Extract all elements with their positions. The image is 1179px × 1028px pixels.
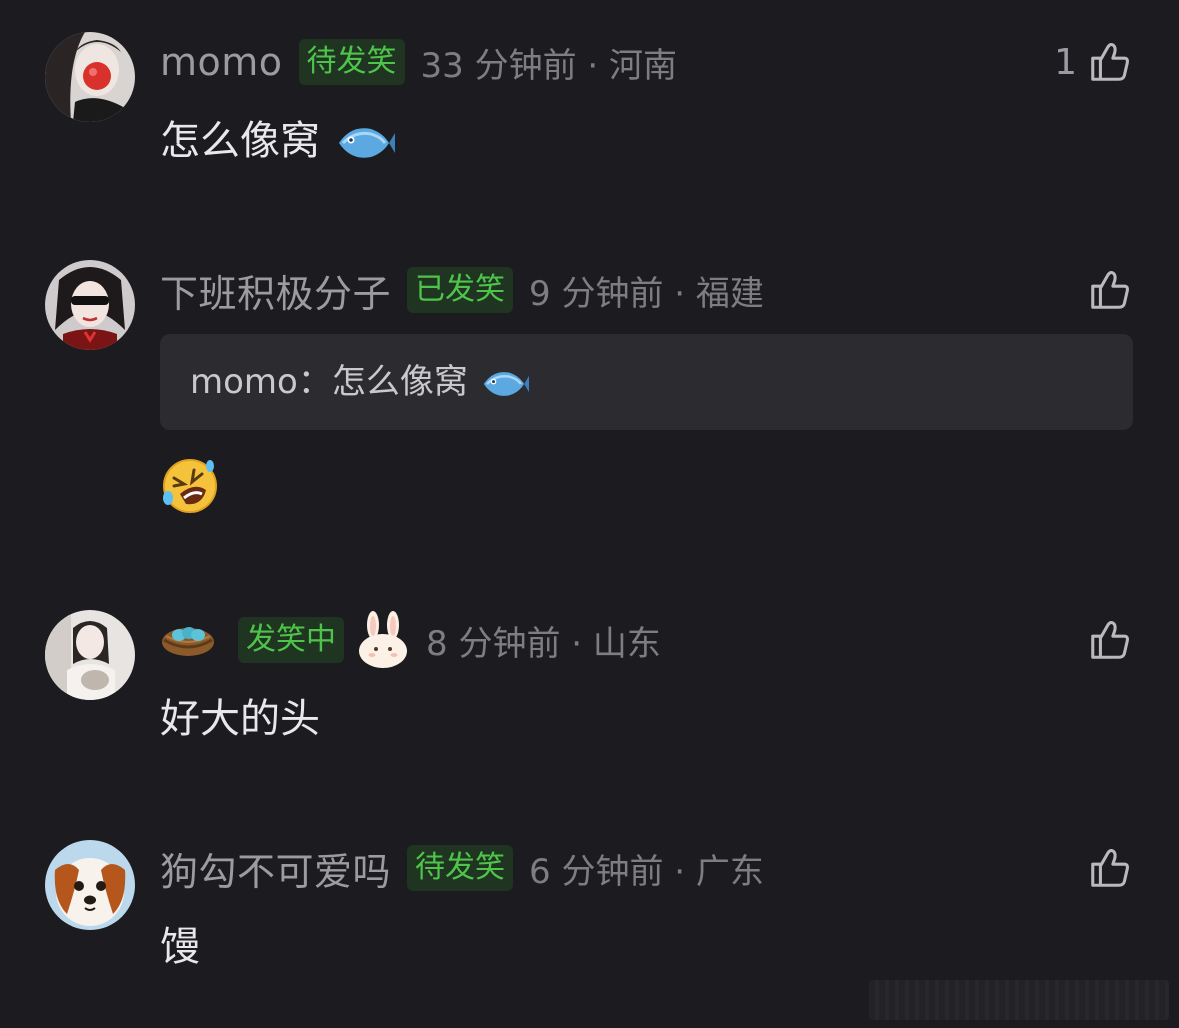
comment-header: momo 待发笑 33 分钟前 · 河南: [160, 32, 677, 92]
comment-header: 发笑中 8 分钟前 · 山东: [160, 610, 661, 670]
like-count: 1: [1054, 41, 1077, 83]
username[interactable]: momo: [160, 40, 283, 84]
fish-icon: [338, 128, 395, 158]
avatar[interactable]: [45, 32, 135, 122]
comment-body: 怎么像窝: [160, 118, 320, 164]
username[interactable]: 下班积极分子: [160, 263, 391, 318]
timestamp-location: 6 分钟前 · 广东: [529, 851, 764, 892]
avatar[interactable]: [45, 260, 135, 350]
comment-text: 怎么像窝: [160, 108, 395, 166]
status-badge: 待发笑: [298, 39, 405, 85]
comment-text: 馒: [160, 924, 200, 970]
status-badge: 已发笑: [407, 267, 514, 313]
like-button[interactable]: [1087, 838, 1133, 898]
thumbs-up-icon: [1091, 42, 1129, 81]
comment-header: 下班积极分子 已发笑 9 分钟前 · 福建: [160, 260, 764, 320]
thumbs-up-icon: [1091, 270, 1129, 309]
bunny-icon: [359, 611, 407, 668]
avatar[interactable]: [45, 610, 135, 700]
username[interactable]: 狗勾不可爱吗: [160, 841, 391, 896]
status-badge: 待发笑: [407, 845, 514, 891]
timestamp-location: 9 分钟前 · 福建: [529, 273, 764, 314]
quote-content: momo：怎么像窝: [190, 334, 529, 430]
nest-with-eggs-icon[interactable]: [160, 620, 216, 660]
comment-text: 好大的头: [160, 696, 320, 742]
avatar[interactable]: [45, 840, 135, 930]
thumbs-up-icon: [1091, 848, 1129, 887]
timestamp-location: 8 分钟前 · 山东: [426, 623, 661, 664]
quoted-reply[interactable]: momo：怎么像窝: [160, 334, 1133, 430]
like-button[interactable]: [1087, 260, 1133, 320]
watermark: [869, 980, 1169, 1020]
fish-icon: [483, 371, 529, 396]
comment-text: [160, 456, 220, 526]
quote-body: 怎么像窝: [331, 362, 468, 402]
rolling-laughing-icon: [163, 459, 217, 513]
quote-author: momo：: [190, 362, 332, 402]
status-badge: 发笑中: [238, 617, 344, 663]
like-button[interactable]: [1087, 610, 1133, 670]
comment-header: 狗勾不可爱吗 待发笑 6 分钟前 · 广东: [160, 838, 764, 898]
thumbs-up-icon: [1091, 620, 1129, 659]
timestamp-location: 33 分钟前 · 河南: [420, 45, 678, 86]
like-button[interactable]: 1: [1054, 32, 1133, 92]
